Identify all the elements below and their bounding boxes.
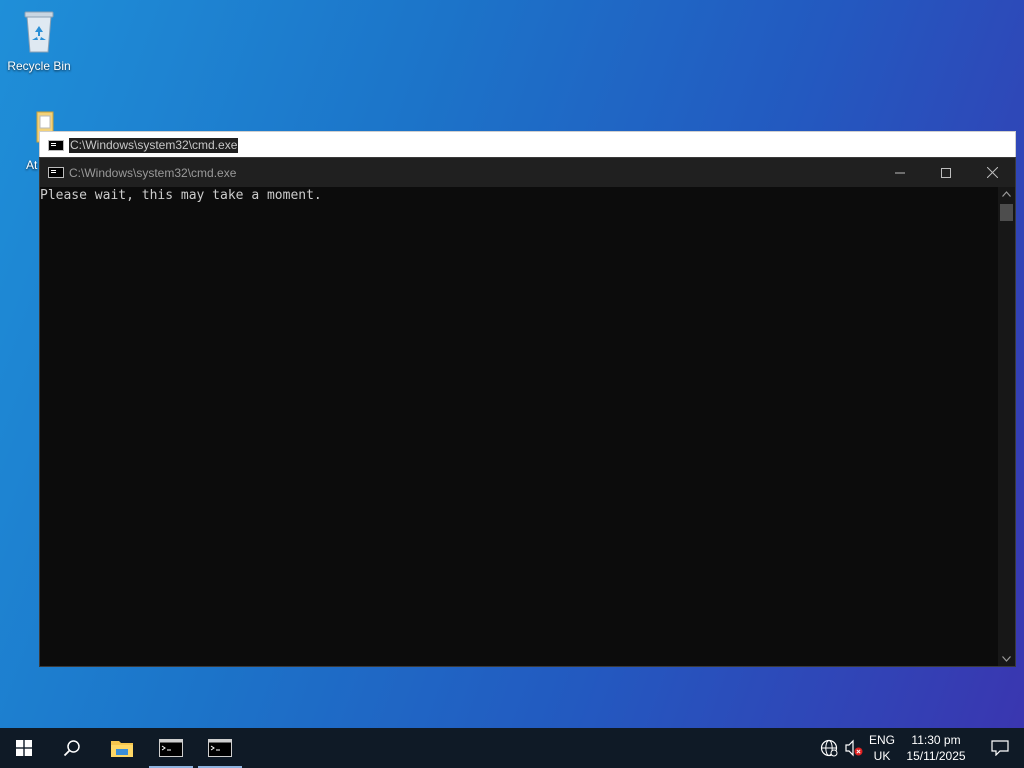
volume-muted-icon	[845, 739, 863, 757]
globe-network-icon	[820, 739, 838, 757]
cmd-icon	[48, 140, 64, 151]
taskbar-cmd-window-1[interactable]	[147, 728, 195, 768]
cmd-window-background[interactable]: C:\Windows\system32\cmd.exe	[39, 131, 1016, 158]
language-code: ENG	[868, 733, 895, 747]
vertical-scrollbar[interactable]	[998, 187, 1015, 666]
close-button[interactable]	[969, 158, 1015, 187]
title-bar[interactable]: C:\Windows\system32\cmd.exe	[40, 158, 1015, 187]
taskbar-cmd-window-2[interactable]	[196, 728, 244, 768]
minimize-button[interactable]	[877, 158, 923, 187]
scroll-up-arrow[interactable]	[998, 187, 1015, 201]
action-center-icon	[991, 740, 1009, 756]
start-button[interactable]	[0, 728, 48, 768]
maximize-button[interactable]	[923, 158, 969, 187]
notifications-button[interactable]	[976, 728, 1024, 768]
chevron-up-icon	[1002, 191, 1011, 197]
search-button[interactable]	[48, 728, 96, 768]
network-button[interactable]	[816, 728, 842, 768]
file-explorer-button[interactable]	[98, 728, 146, 768]
cmd-icon	[159, 739, 183, 757]
clock-time: 11:30 pm	[911, 733, 961, 747]
maximize-icon	[941, 167, 951, 178]
language-region: UK	[873, 749, 891, 763]
recycle-bin-icon	[24, 11, 54, 53]
chevron-down-icon	[1002, 656, 1011, 662]
window-title: C:\Windows\system32\cmd.exe	[69, 166, 237, 180]
folder-label: At	[26, 158, 38, 172]
recycle-bin-label: Recycle Bin	[7, 59, 71, 73]
close-icon	[986, 167, 998, 178]
scroll-thumb[interactable]	[1000, 204, 1013, 221]
desktop: Recycle Bin At C:\Windows\system32\cmd.e…	[0, 0, 1024, 728]
scroll-down-arrow[interactable]	[998, 652, 1015, 666]
desktop-icon-recycle-bin[interactable]: Recycle Bin	[4, 8, 74, 73]
volume-button[interactable]	[842, 728, 866, 768]
taskbar: ENG UK 11:30 pm 15/11/2025	[0, 728, 1024, 768]
window-title: C:\Windows\system32\cmd.exe	[69, 138, 239, 153]
language-indicator[interactable]: ENG UK	[866, 732, 898, 764]
console-output[interactable]: Please wait, this may take a moment.	[40, 187, 998, 666]
cmd-icon	[208, 739, 232, 757]
clock-date: 15/11/2025	[906, 749, 966, 763]
windows-start-icon	[16, 740, 32, 756]
folder-icon	[111, 741, 133, 757]
clock[interactable]: 11:30 pm 15/11/2025	[902, 732, 970, 764]
cmd-window[interactable]: C:\Windows\system32\cmd.exe Please wait,…	[39, 157, 1016, 667]
cmd-icon	[48, 167, 64, 178]
search-icon	[63, 740, 80, 757]
minimize-icon	[895, 172, 905, 173]
